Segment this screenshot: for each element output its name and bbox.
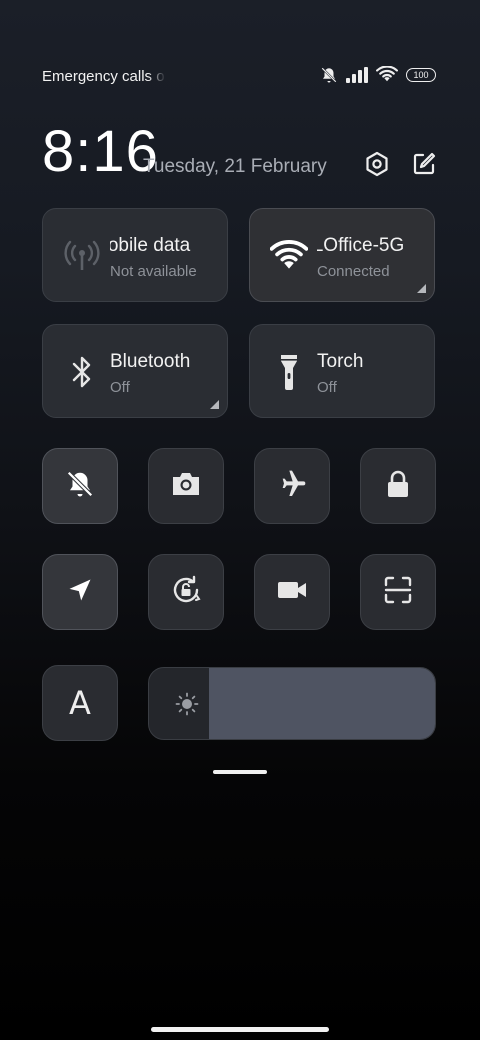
torch-icon xyxy=(270,353,308,391)
rotation-lock-icon xyxy=(169,573,203,612)
clock: 8:16 xyxy=(42,119,159,184)
tile-torch-status: Off xyxy=(317,379,337,396)
status-icons: 100 xyxy=(320,66,436,84)
screenshot-camera-icon xyxy=(170,470,202,503)
airplane-icon xyxy=(276,468,308,505)
wifi-icon xyxy=(376,66,398,84)
tile-mobile-data-status: Not available xyxy=(110,263,197,280)
tile-bluetooth-label: Bluetooth xyxy=(110,351,191,372)
tile-bluetooth[interactable]: Bluetooth Off xyxy=(42,324,228,418)
panel-drag-handle[interactable] xyxy=(213,770,267,774)
tile-torch-label: Torch xyxy=(317,351,364,372)
video-camera-icon xyxy=(276,578,308,607)
mute-bell-icon xyxy=(65,469,95,504)
status-bar: Emergency calls only 100 xyxy=(0,62,480,90)
tile-wifi[interactable]: RLOffice-5G Connected xyxy=(249,208,435,302)
tile-wifi-status: Connected xyxy=(317,263,390,280)
battery-icon: 100 xyxy=(406,68,436,82)
tile-mobile-data-label: Mobile data xyxy=(110,235,191,256)
tile-mobile-data[interactable]: Mobile data Not available xyxy=(42,208,228,302)
wifi-icon xyxy=(270,237,308,275)
font-size-button[interactable]: A xyxy=(42,665,118,741)
settings-hex-icon[interactable] xyxy=(363,150,391,178)
expand-corner-icon[interactable] xyxy=(210,400,219,409)
bluetooth-icon xyxy=(63,353,101,391)
signal-bars-icon xyxy=(346,67,368,83)
date: Tuesday, 21 February xyxy=(143,156,327,177)
toggle-location[interactable] xyxy=(42,554,118,630)
toggle-silent[interactable] xyxy=(42,448,118,524)
location-arrow-icon xyxy=(66,576,94,609)
lock-icon xyxy=(385,469,411,504)
font-size-label: A xyxy=(69,684,91,722)
control-center: Emergency calls only 100 8:16 Tuesday, 2… xyxy=(0,0,480,1040)
carrier-text: Emergency calls only xyxy=(42,68,166,85)
expand-corner-icon[interactable] xyxy=(417,284,426,293)
tile-bluetooth-status: Off xyxy=(110,379,130,396)
toggle-scanner[interactable] xyxy=(360,554,436,630)
scanner-icon xyxy=(383,575,413,610)
home-indicator[interactable] xyxy=(151,1027,329,1032)
toggle-screen-recorder[interactable] xyxy=(254,554,330,630)
brightness-slider[interactable] xyxy=(148,667,436,740)
brightness-fill xyxy=(209,668,435,739)
header: 8:16 Tuesday, 21 February xyxy=(42,122,438,184)
tile-wifi-label: RLOffice-5G xyxy=(317,235,405,256)
toggle-rotation-lock[interactable] xyxy=(148,554,224,630)
toggle-screenshot[interactable] xyxy=(148,448,224,524)
sun-icon xyxy=(175,692,199,716)
toggle-lock-screen[interactable] xyxy=(360,448,436,524)
antenna-icon xyxy=(63,237,101,275)
toggle-airplane[interactable] xyxy=(254,448,330,524)
bell-muted-icon xyxy=(320,66,338,84)
edit-icon[interactable] xyxy=(410,150,438,178)
tile-torch[interactable]: Torch Off xyxy=(249,324,435,418)
